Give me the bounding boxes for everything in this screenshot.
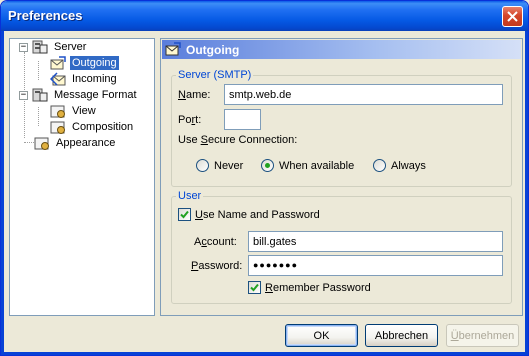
radio-never-label: Never (214, 159, 244, 172)
server-icon (32, 40, 48, 53)
account-label: Account: (194, 236, 237, 248)
radio-always[interactable]: Always (373, 159, 426, 172)
radio-when-available[interactable]: When available (261, 159, 354, 172)
server-smtp-legend: Server (SMTP) (178, 69, 252, 81)
checkbox-box[interactable] (178, 208, 191, 221)
tree-item-composition[interactable]: Composition (50, 119, 135, 135)
ok-button[interactable]: OK (285, 324, 358, 347)
tree-item-label: Outgoing (70, 56, 119, 70)
pane-title: Outgoing (186, 42, 240, 57)
remember-password-checkbox[interactable]: Remember Password (248, 281, 371, 294)
checkmark-icon (250, 283, 259, 292)
settings-tree[interactable]: − Server Outgoing Incoming − Message For… (9, 38, 155, 316)
tree-item-server[interactable]: − Server (19, 39, 88, 55)
tree-item-outgoing[interactable]: Outgoing (50, 55, 119, 71)
window-frame-bottom (1, 352, 528, 355)
port-label: Port: (178, 114, 202, 126)
smtp-name-input[interactable] (224, 84, 503, 105)
radio-indicator[interactable] (261, 159, 274, 172)
tree-item-label: Server (54, 41, 87, 53)
radio-indicator[interactable] (373, 159, 386, 172)
radio-never[interactable]: Never (196, 159, 243, 172)
outgoing-mail-icon (50, 55, 66, 69)
view-settings-icon (50, 105, 65, 118)
window-frame-right (525, 31, 528, 355)
tree-item-incoming[interactable]: Incoming (50, 71, 119, 87)
port-input[interactable] (224, 109, 261, 130)
pane-header: Outgoing (162, 40, 521, 59)
title-bar[interactable]: Preferences (1, 1, 528, 31)
apply-button[interactable]: Übernehmen (446, 324, 519, 347)
tree-item-view[interactable]: View (50, 103, 98, 119)
collapse-toggle[interactable]: − (19, 42, 28, 52)
message-format-icon (32, 88, 48, 101)
tree-connector (38, 107, 39, 126)
tree-item-message-format[interactable]: − Message Format (19, 87, 139, 103)
tree-item-label: Message Format (54, 89, 137, 101)
tree-item-label: Incoming (72, 73, 117, 85)
appearance-icon (34, 137, 49, 150)
tree-item-appearance[interactable]: Appearance (34, 135, 117, 151)
composition-settings-icon (50, 121, 65, 134)
radio-always-label: Always (391, 159, 426, 172)
preferences-window: Preferences − Server Outgoing Incoming −… (0, 0, 529, 356)
close-button[interactable] (502, 6, 523, 27)
tree-connector (38, 61, 39, 80)
tree-item-label: Composition (72, 121, 134, 133)
tree-item-label: Appearance (56, 137, 116, 149)
incoming-mail-icon (50, 71, 66, 86)
checkbox-box[interactable] (248, 281, 261, 294)
tree-connector (24, 142, 34, 143)
cancel-button[interactable]: Abbrechen (365, 324, 438, 347)
collapse-toggle[interactable]: − (19, 90, 28, 100)
window-title: Preferences (8, 8, 83, 23)
checkmark-icon (180, 210, 189, 219)
tree-item-label: View (72, 105, 96, 117)
settings-pane: Outgoing Server (SMTP) Name: Port: Use S… (160, 38, 523, 316)
remember-password-label: Remember Password (265, 281, 371, 294)
password-label: Password: (191, 260, 243, 272)
outgoing-mail-icon (165, 42, 181, 56)
radio-when-available-label: When available (279, 159, 355, 172)
use-name-password-checkbox[interactable]: Use Name and Password (178, 208, 320, 221)
close-icon (507, 11, 518, 22)
name-label: Name: (178, 89, 211, 101)
radio-indicator[interactable] (196, 159, 209, 172)
window-frame-left (1, 31, 4, 355)
user-legend: User (178, 190, 202, 202)
secure-connection-label: Use Secure Connection: (178, 134, 298, 146)
password-input[interactable]: ●●●●●●● (248, 255, 503, 276)
account-input[interactable] (248, 231, 503, 252)
use-name-password-label: Use Name and Password (195, 208, 320, 221)
